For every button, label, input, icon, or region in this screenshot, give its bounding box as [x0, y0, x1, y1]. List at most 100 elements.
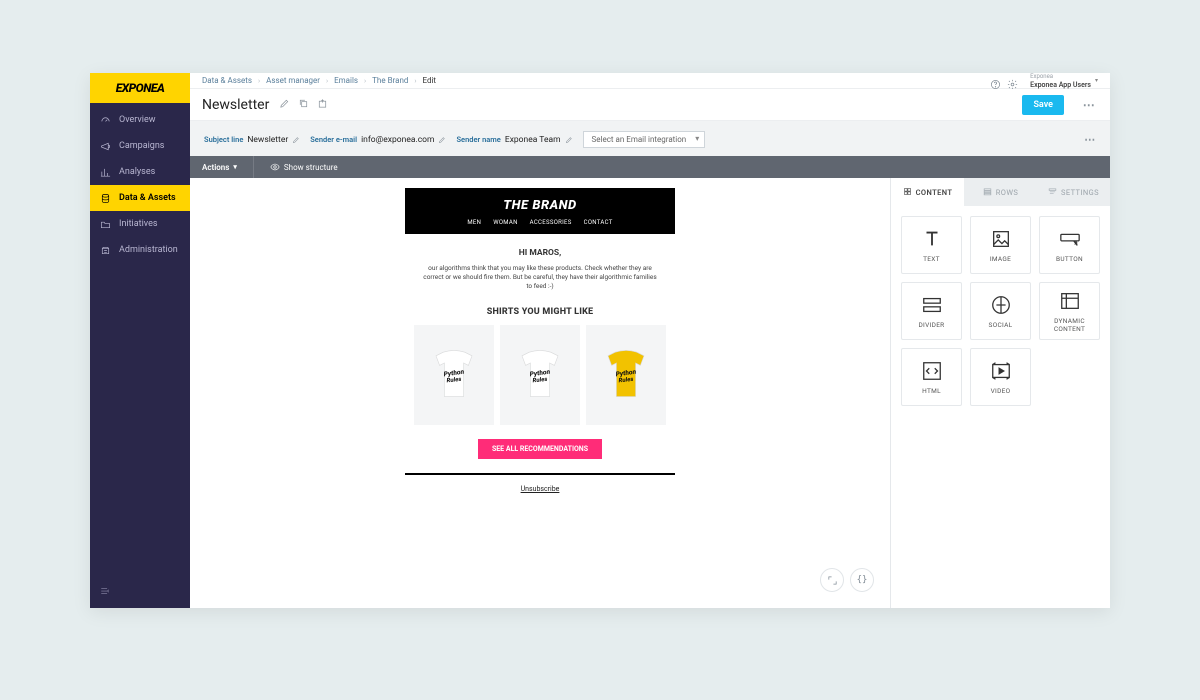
- value-sender-email: info@exponea.com: [361, 135, 434, 145]
- label-sender-email: Sender e-mail: [310, 135, 357, 144]
- block-label: VIDEO: [991, 387, 1011, 395]
- tab-icon: [983, 187, 992, 198]
- block-html[interactable]: HTML: [901, 348, 962, 406]
- breadcrumb-item[interactable]: Asset manager: [266, 76, 320, 85]
- block-divider[interactable]: DIVIDER: [901, 282, 962, 340]
- export-icon[interactable]: [317, 98, 328, 112]
- show-structure-toggle[interactable]: Show structure: [270, 162, 338, 172]
- sidebar-item-administration[interactable]: Administration: [90, 237, 190, 263]
- email-nav-item[interactable]: MEN: [467, 219, 481, 226]
- image-icon: [990, 228, 1012, 250]
- email-paragraph: our algorithms think that you may like t…: [405, 264, 675, 291]
- editor-panel: CONTENTROWS SETTINGS TEXTIMAGE BUTTON DIVID…: [890, 178, 1110, 608]
- brand-logo[interactable]: EXPONEA: [90, 73, 190, 103]
- sidebar: EXPONEA Overview Campaigns Analyses Data & …: [90, 73, 190, 608]
- email-nav: MEN WOMAN ACCESSORIES CONTACT: [405, 219, 675, 226]
- page-title: Newsletter: [202, 97, 269, 113]
- block-text[interactable]: TEXT: [901, 216, 962, 274]
- block-label: DYNAMIC CONTENT: [1040, 317, 1099, 333]
- sidebar-item-label: Data & Assets: [119, 193, 176, 203]
- sidebar-item-analyses[interactable]: Analyses: [90, 159, 190, 185]
- email-preview: THE BRAND MEN WOMAN ACCESSORIES CONTACT HI …: [405, 188, 675, 493]
- email-nav-item[interactable]: WOMAN: [493, 219, 517, 226]
- label-subject: Subject line: [204, 135, 243, 144]
- text-icon: [921, 228, 943, 250]
- chevron-right-icon: ›: [258, 77, 260, 85]
- social-icon: [990, 294, 1012, 316]
- sidebar-collapse[interactable]: [90, 573, 190, 608]
- panel-tab-rows[interactable]: ROWS: [964, 178, 1037, 206]
- product-card[interactable]: PythonRules: [586, 325, 666, 425]
- label-sender-name: Sender name: [456, 135, 500, 144]
- email-nav-item[interactable]: ACCESSORIES: [530, 219, 572, 226]
- breadcrumb-item[interactable]: Data & Assets: [202, 76, 252, 85]
- rename-icon[interactable]: [279, 98, 290, 112]
- pencil-icon: [438, 136, 446, 144]
- show-structure-label: Show structure: [284, 163, 338, 172]
- html-icon: [921, 360, 943, 382]
- sidebar-item-campaigns[interactable]: Campaigns: [90, 133, 190, 159]
- fullscreen-button[interactable]: [820, 568, 844, 592]
- tab-icon: [1048, 187, 1057, 198]
- title-bar: Newsletter Save ⋯: [190, 89, 1110, 121]
- sidebar-item-label: Campaigns: [119, 141, 164, 151]
- actions-dropdown[interactable]: Actions▾: [202, 163, 237, 172]
- unsubscribe-link[interactable]: Unsubscribe: [405, 485, 675, 493]
- duplicate-icon[interactable]: [298, 98, 309, 112]
- panel-tab-settings[interactable]: SETTINGS: [1037, 178, 1110, 206]
- sidebar-nav: Overview Campaigns Analyses Data & Assets In…: [90, 103, 190, 573]
- subject-more[interactable]: ⋯: [1084, 133, 1096, 146]
- sidebar-item-initiatives[interactable]: Initiatives: [90, 211, 190, 237]
- tab-label: SETTINGS: [1061, 188, 1099, 197]
- code-view-button[interactable]: {}: [850, 568, 874, 592]
- product-card[interactable]: PythonRules: [500, 325, 580, 425]
- value-sender-name: Exponea Team: [505, 135, 561, 145]
- account-switcher[interactable]: Exponea Exponea App Users ▾: [1030, 73, 1098, 89]
- field-sender-email[interactable]: Sender e-mail info@exponea.com: [310, 135, 446, 145]
- help-icon[interactable]: [990, 75, 1001, 86]
- block-social[interactable]: SOCIAL: [970, 282, 1031, 340]
- block-video[interactable]: VIDEO: [970, 348, 1031, 406]
- sidebar-item-overview[interactable]: Overview: [90, 107, 190, 133]
- block-label: HTML: [922, 387, 941, 395]
- gauge-icon: [100, 115, 111, 126]
- account-bottom: Exponea App Users: [1030, 81, 1091, 89]
- sidebar-item-label: Overview: [119, 115, 155, 125]
- block-dynamic[interactable]: DYNAMIC CONTENT: [1039, 282, 1100, 340]
- field-sender-name[interactable]: Sender name Exponea Team: [456, 135, 572, 145]
- breadcrumb-item[interactable]: The Brand: [372, 76, 408, 85]
- integration-select[interactable]: Select an Email integration: [583, 131, 706, 148]
- email-header: THE BRAND MEN WOMAN ACCESSORIES CONTACT: [405, 188, 675, 234]
- more-menu[interactable]: ⋯: [1080, 96, 1098, 114]
- settings-icon[interactable]: [1007, 75, 1018, 86]
- email-cta-button[interactable]: SEE ALL RECOMMENDATIONS: [478, 439, 602, 459]
- block-label: BUTTON: [1056, 255, 1083, 263]
- panel-tabs: CONTENTROWS SETTINGS: [891, 178, 1110, 206]
- email-canvas[interactable]: THE BRAND MEN WOMAN ACCESSORIES CONTACT HI …: [190, 178, 890, 608]
- divider-icon: [921, 294, 943, 316]
- content-blocks: TEXTIMAGE BUTTON DIVIDERSOCIAL DYNAMIC CONT…: [891, 206, 1110, 416]
- breadcrumbs: Data & Assets›Asset manager›Emails›The B…: [202, 76, 436, 85]
- email-brand: THE BRAND: [405, 198, 675, 213]
- folder-icon: [100, 219, 111, 230]
- actionbar-divider: [253, 156, 254, 178]
- block-image[interactable]: IMAGE: [970, 216, 1031, 274]
- value-subject: Newsletter: [247, 135, 288, 145]
- block-button[interactable]: BUTTON: [1039, 216, 1100, 274]
- dynamic-icon: [1059, 290, 1081, 312]
- subject-bar: Subject line Newsletter Sender e-mail in…: [190, 121, 1110, 156]
- pencil-icon: [565, 136, 573, 144]
- breadcrumb-bar: Data & Assets›Asset manager›Emails›The B…: [190, 73, 1110, 89]
- field-subject-line[interactable]: Subject line Newsletter: [204, 135, 300, 145]
- breadcrumb-item[interactable]: Emails: [334, 76, 358, 85]
- sidebar-item-data-assets[interactable]: Data & Assets: [90, 185, 190, 211]
- save-button[interactable]: Save: [1022, 95, 1064, 115]
- email-nav-item[interactable]: CONTACT: [584, 219, 613, 226]
- panel-tab-content[interactable]: CONTENT: [891, 178, 964, 206]
- app-window: EXPONEA Overview Campaigns Analyses Data & …: [90, 73, 1110, 608]
- breadcrumb-item: Edit: [423, 76, 437, 85]
- email-greeting: HI MAROS,: [405, 248, 675, 258]
- product-card[interactable]: PythonRules: [414, 325, 494, 425]
- chart-icon: [100, 167, 111, 178]
- product-row: PythonRulesPythonRulesPythonRules: [405, 325, 675, 425]
